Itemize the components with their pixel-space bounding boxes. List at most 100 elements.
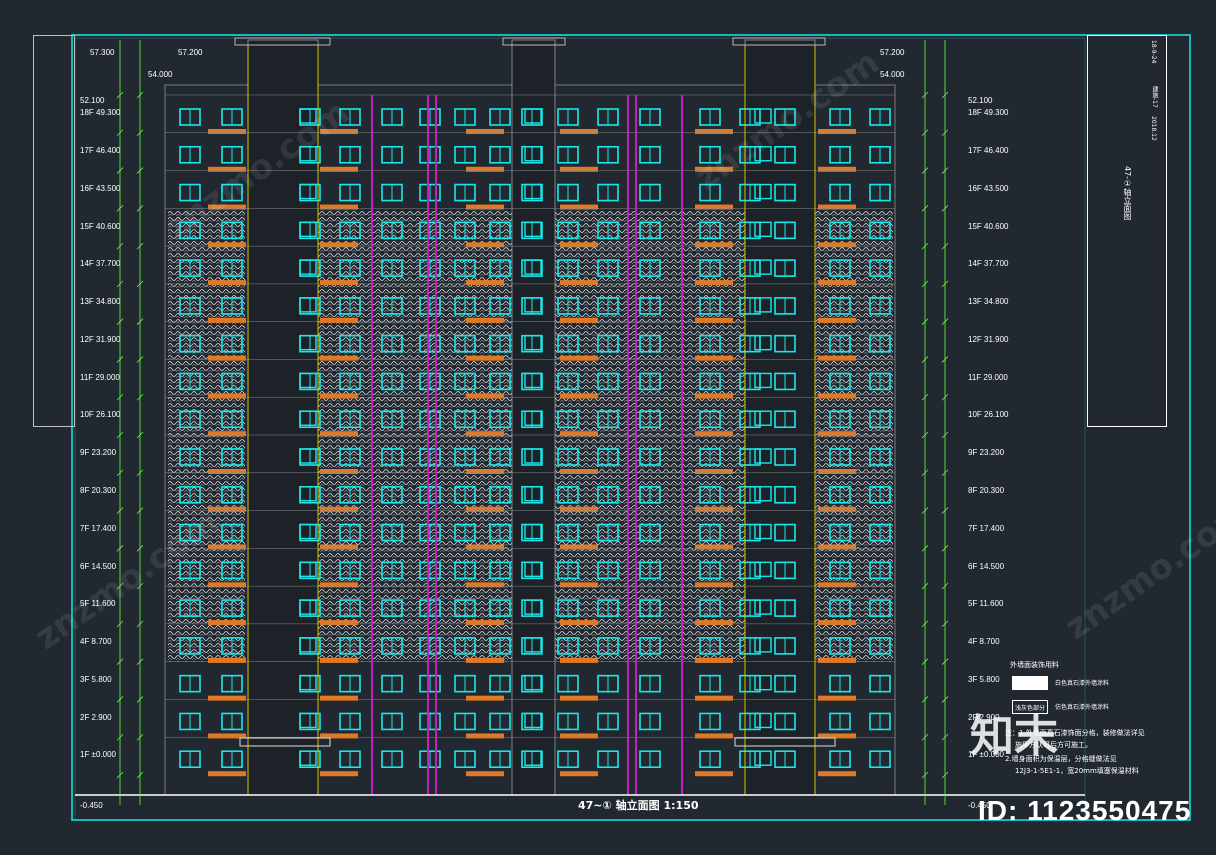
balcony-rail [208,355,246,361]
balcony-rail [208,280,246,286]
balcony-rail [695,657,733,663]
level-label: 8F 20.300 [968,486,1005,495]
level-label: 14F 37.700 [968,259,1009,269]
balcony-rail [818,393,856,399]
balcony-rail [208,506,246,512]
balcony-rail [560,204,598,210]
balcony-rail [208,657,246,663]
balcony-rail [320,695,358,701]
balcony-rail [320,355,358,361]
balcony-rail [560,242,598,248]
balcony-rail [320,620,358,626]
balcony-rail [818,166,856,172]
level-label: 18F 49.300 [968,108,1009,118]
balcony-rail [818,657,856,663]
balcony-rail [466,129,504,134]
balcony-rail [208,317,246,323]
balcony-rail [320,393,358,399]
balcony-rail [466,355,504,361]
balcony-rail [320,280,358,286]
level-label: 7F 17.400 [80,523,117,533]
balcony-rail [208,620,246,626]
balcony-rail [818,355,856,361]
balcony-rail [695,431,733,437]
balcony-rail [560,317,598,323]
legend-item1: 白色真石漆外墙涂料 [1055,680,1110,687]
level-label: 7F 17.400 [968,523,1005,533]
balcony-rail [466,204,504,210]
level-label: 15F 40.600 [968,221,1009,231]
balcony-rail [560,582,598,588]
balcony-rail [695,469,733,474]
level-label: 15F 40.600 [80,221,121,231]
level-label: 10F 26.100 [80,410,121,420]
title-block-sheet: 建施-17 [1151,86,1158,108]
balcony-rail [695,695,733,701]
balcony-rail [695,544,733,550]
level-label: 4F 8.700 [968,637,1000,647]
core-tower [511,39,556,796]
level-label: 11F 29.000 [968,372,1008,382]
brand-logo: 知末 [970,711,1058,762]
balcony-rail [208,129,246,134]
balcony-rail [695,771,733,777]
level-label: 4F 8.700 [80,637,112,647]
balcony-rail [818,280,856,286]
balcony-rail [320,469,358,474]
balcony-rail [208,242,246,248]
asset-id-label: ID: 1123550475 [978,795,1192,826]
balcony-rail [818,620,856,626]
balcony-rail [695,733,733,739]
balcony-rail [818,506,856,512]
cad-drawing-viewport[interactable]: 18-9-24 建施-17 2018.12 47-①轴立面图 57.300 57… [0,0,1216,851]
balcony-rail [466,242,504,248]
level-label: 16F 43.500 [968,183,1009,193]
balcony-rail [560,166,598,172]
balcony-rail [695,129,733,134]
title-block-drawing-name: 47-①轴立面图 [1123,166,1132,221]
level-label: 1F ±0.000 [80,750,116,760]
balcony-rail [818,771,856,777]
balcony-rail [560,393,598,399]
balcony-rail [466,733,504,739]
balcony-rail [208,393,246,399]
level-label: 13F 34.800 [80,297,121,307]
balcony-rail [320,544,358,550]
balcony-rail [208,771,246,777]
balcony-rail [560,657,598,663]
balcony-rail [560,355,598,361]
level-label: 8F 20.300 [80,486,117,495]
balcony-rail [818,431,856,437]
level-label: 52.100 [80,96,105,105]
level-label: 5F 11.600 [968,599,1004,609]
balcony-rail [695,242,733,248]
balcony-rail [320,657,358,663]
balcony-rail [466,431,504,437]
title-block-proj-no: 18-9-24 [1150,40,1157,64]
title-block-date: 2018.12 [1150,116,1157,141]
legend-item2: 仿色真石漆外墙涂料 [1055,704,1110,711]
balcony-rail [466,506,504,512]
balcony-rail [818,204,856,210]
balcony-rail [208,582,246,588]
balcony-rail [320,431,358,437]
balcony-rail [818,695,856,701]
balcony-rail [320,166,358,172]
balcony-rail [320,204,358,210]
balcony-rail [560,771,598,777]
balcony-rail [466,620,504,626]
left-title-strip [33,35,75,427]
level-label: 17F 46.400 [968,146,1009,155]
balcony-rail [320,582,358,588]
note-line-4: 12J3-1-5E1-1，宽20mm填塞保温材料 [1015,767,1139,775]
balcony-rail [560,544,598,550]
balcony-rail [695,393,733,399]
balcony-rail [695,317,733,323]
balcony-rail [320,506,358,512]
balcony-rail [818,469,856,474]
level-label: 9F 23.200 [968,448,1005,458]
balcony-rail [818,544,856,550]
level-label: 12F 31.900 [968,334,1009,344]
level-label: 12F 31.900 [80,334,121,344]
balcony-rail [466,469,504,474]
